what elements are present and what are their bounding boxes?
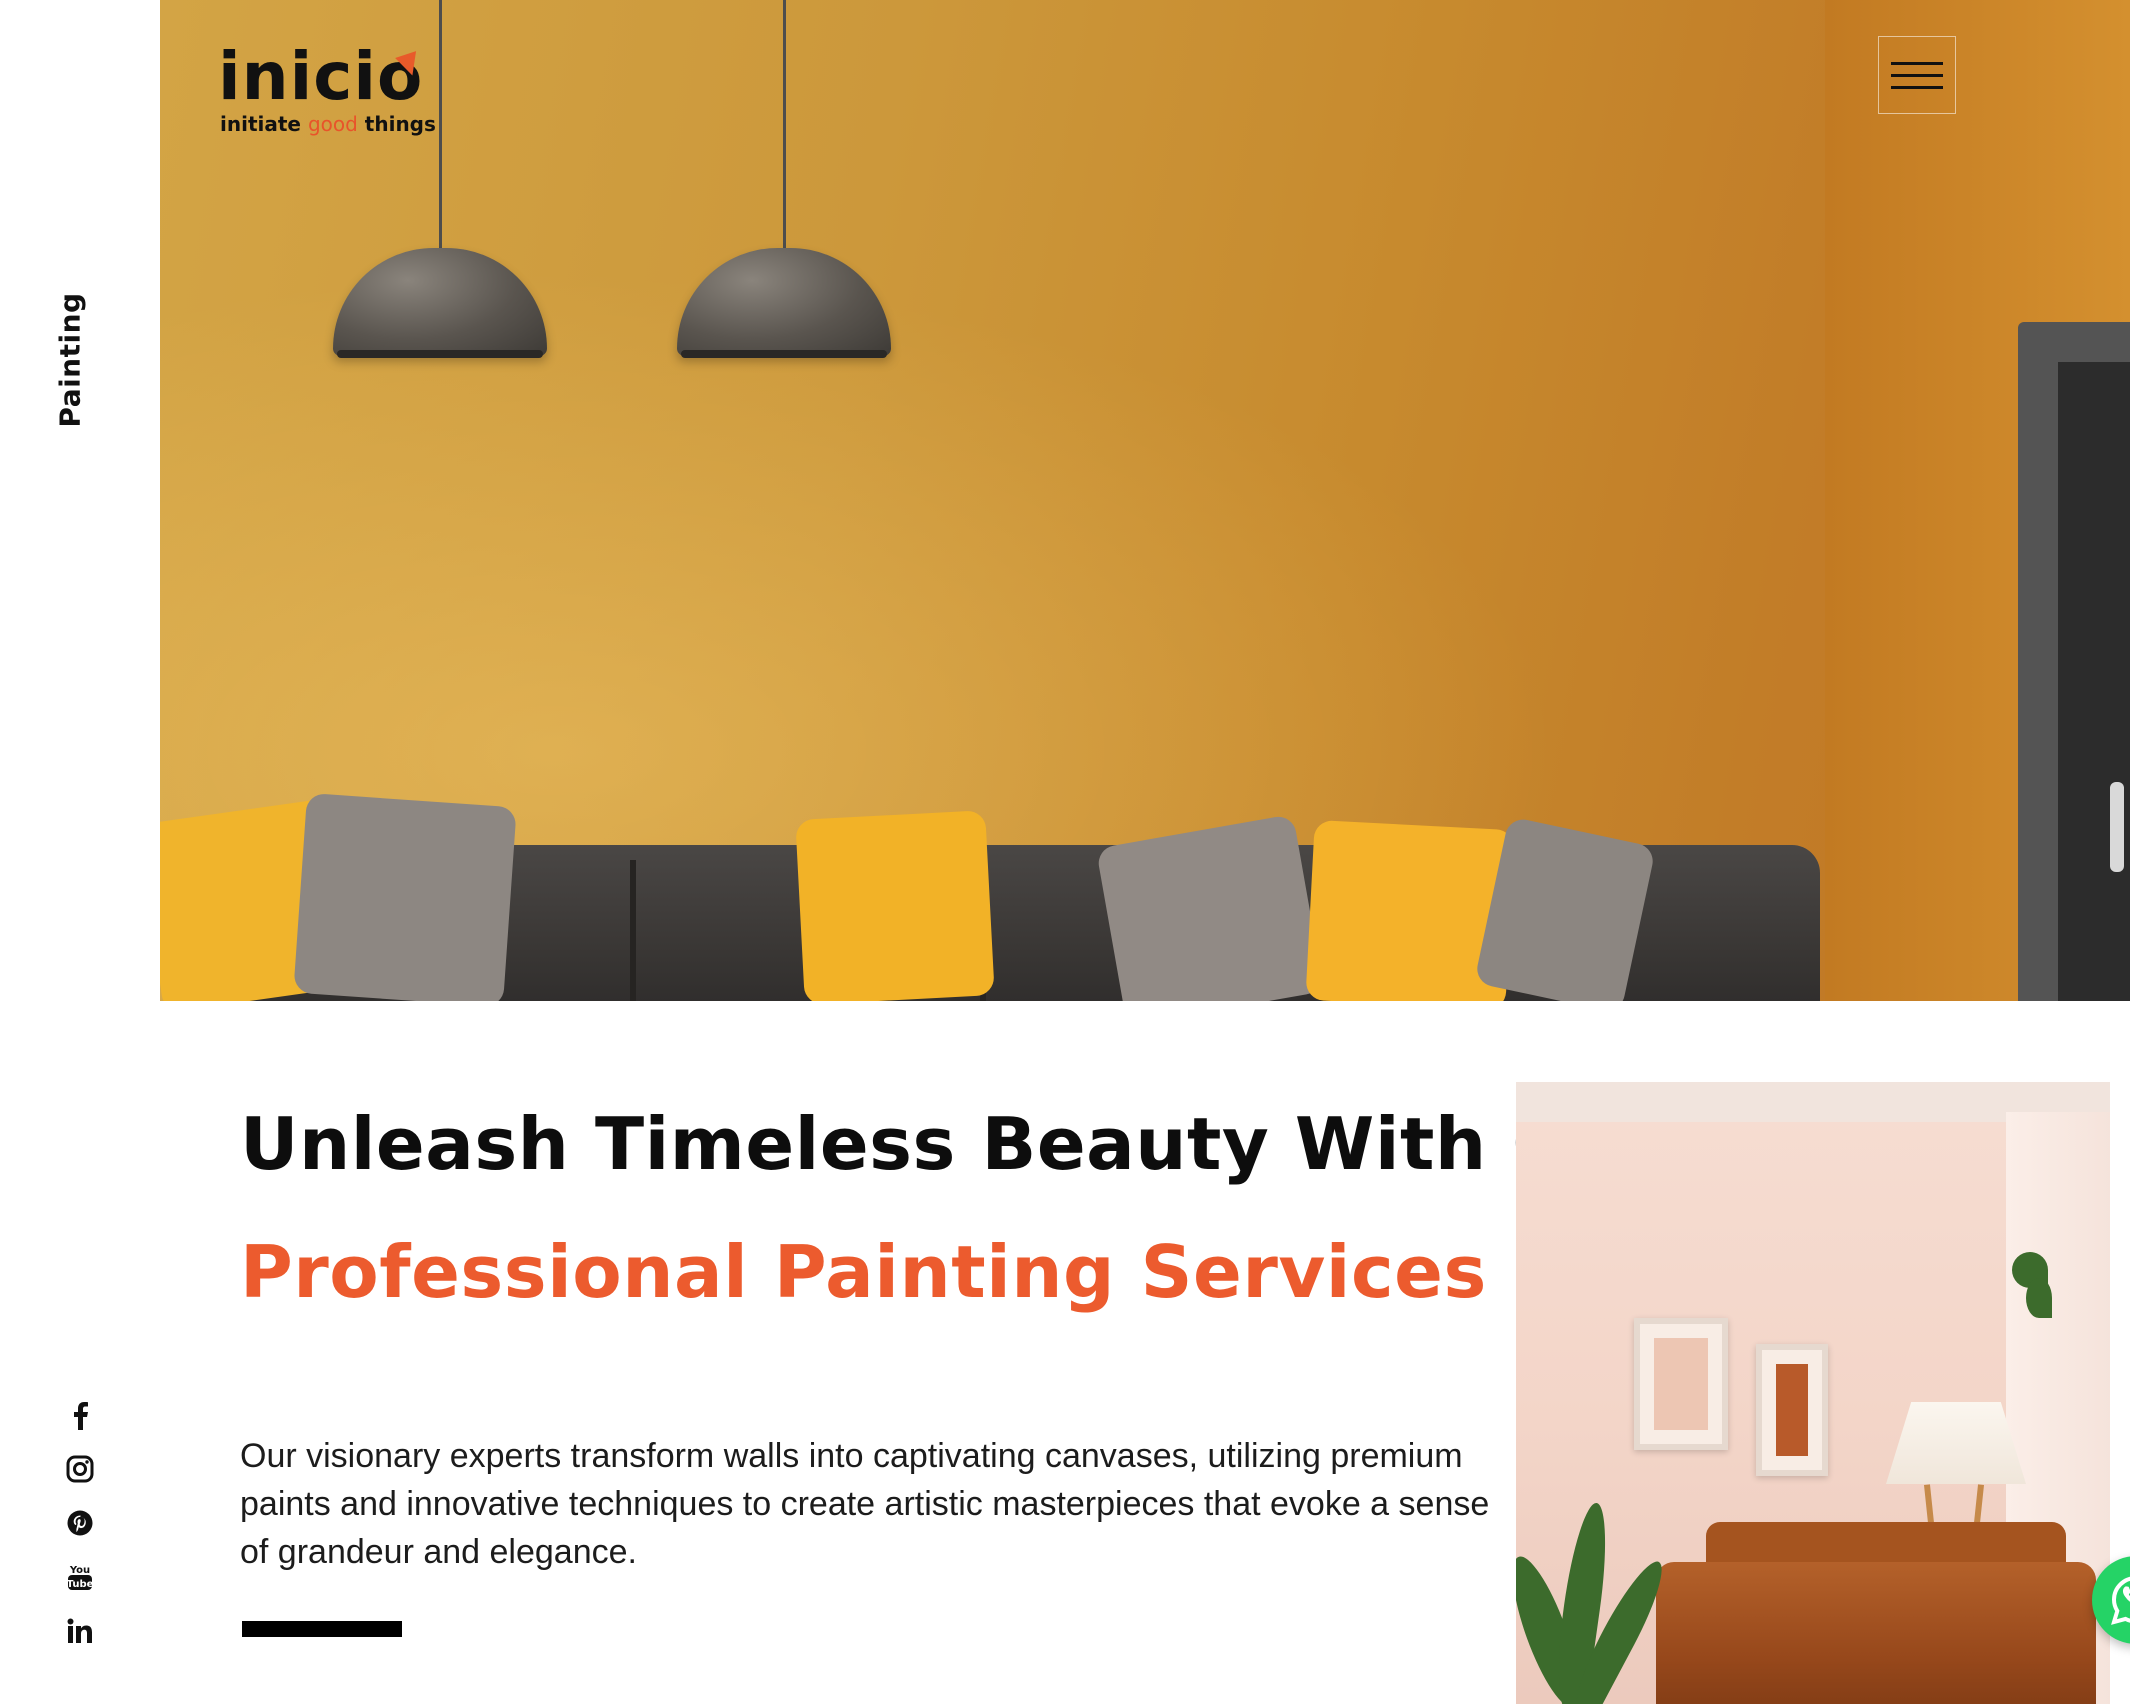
frame-art bbox=[1776, 1364, 1808, 1456]
hamburger-menu-icon-line bbox=[1891, 73, 1943, 77]
lamp-rim-right bbox=[681, 350, 887, 358]
pillow-grey bbox=[1095, 814, 1325, 1001]
pinterest-link[interactable] bbox=[58, 1496, 102, 1550]
lamp-rim-left bbox=[337, 350, 543, 358]
door-frame bbox=[2018, 322, 2130, 1001]
logo-wordmark: inicio bbox=[218, 38, 424, 115]
couch bbox=[1656, 1562, 2096, 1704]
facebook-icon bbox=[74, 1402, 88, 1430]
left-rail: Painting You Tube bbox=[0, 0, 160, 1704]
menu-button[interactable] bbox=[1878, 36, 1956, 114]
site-logo[interactable]: inicio initiate good things bbox=[218, 38, 438, 137]
tagline-end: things bbox=[357, 112, 436, 136]
lamp-cord-right bbox=[783, 0, 786, 250]
tagline-start: initiate bbox=[220, 112, 308, 136]
hamburger-menu-icon bbox=[1891, 61, 1943, 65]
living-room-photo bbox=[1516, 1082, 2110, 1704]
floor-lamp-shade bbox=[1886, 1402, 2026, 1484]
hanging-plant bbox=[2026, 1278, 2052, 1318]
lamp-cord-left bbox=[439, 0, 442, 250]
pillow-grey bbox=[293, 792, 517, 1001]
headline-primary: Unleash Timeless Beauty With Our bbox=[240, 1102, 1662, 1186]
intro-section: Unleash Timeless Beauty With Our Profess… bbox=[240, 1080, 1662, 1576]
sofa-seam bbox=[630, 860, 636, 1001]
headline-accent: Professional Painting Services bbox=[240, 1230, 1487, 1314]
svg-text:You: You bbox=[69, 1565, 90, 1576]
instagram-link[interactable] bbox=[58, 1442, 102, 1496]
wall-frame-left bbox=[1634, 1318, 1728, 1450]
wall-frame-right bbox=[1756, 1344, 1828, 1476]
hero-image bbox=[160, 0, 2130, 1001]
whatsapp-icon bbox=[2111, 1576, 2130, 1625]
youtube-icon: You Tube bbox=[67, 1565, 93, 1590]
svg-text:Tube: Tube bbox=[67, 1579, 93, 1590]
linkedin-icon bbox=[67, 1618, 92, 1643]
door-handle bbox=[2110, 782, 2124, 872]
logo-tagline: initiate good things bbox=[220, 112, 436, 136]
linkedin-link[interactable] bbox=[58, 1604, 102, 1658]
facebook-link[interactable] bbox=[58, 1388, 102, 1442]
door-panel bbox=[2058, 362, 2130, 1001]
pillow-yellow bbox=[795, 810, 995, 1001]
pinterest-icon bbox=[67, 1510, 93, 1536]
youtube-link[interactable]: You Tube bbox=[58, 1550, 102, 1604]
section-label: Painting bbox=[53, 292, 87, 428]
intro-description: Our visionary experts transform walls in… bbox=[240, 1437, 1490, 1571]
social-links: You Tube bbox=[58, 1388, 102, 1658]
frame-art bbox=[1654, 1338, 1708, 1430]
hamburger-menu-icon-line bbox=[1891, 85, 1943, 89]
tagline-accent: good bbox=[307, 112, 358, 136]
instagram-icon bbox=[66, 1455, 94, 1483]
cta-bar-button[interactable] bbox=[242, 1621, 402, 1637]
